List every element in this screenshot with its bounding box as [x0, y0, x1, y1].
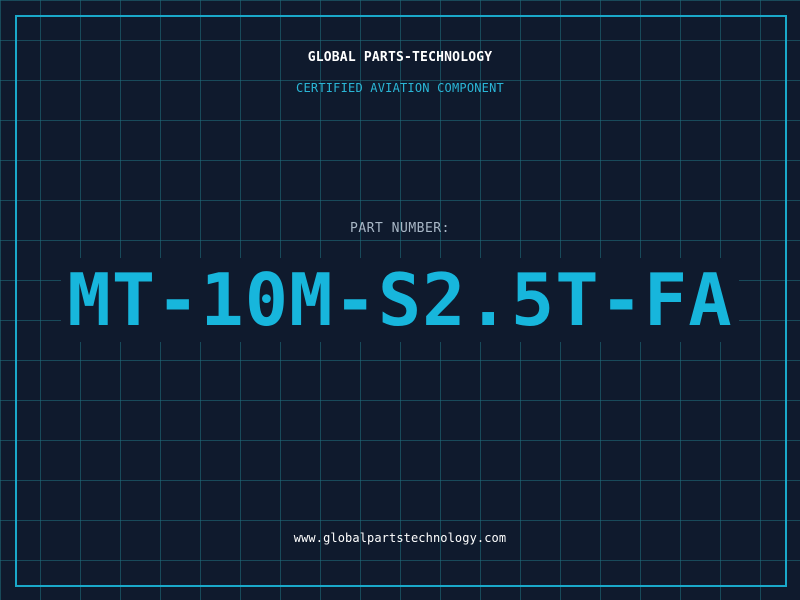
part-number-label: PART NUMBER:: [350, 221, 450, 236]
certification-subtitle: CERTIFIED AVIATION COMPONENT: [296, 81, 504, 95]
part-number-value: MT-10M-S2.5T-FA: [61, 258, 739, 342]
website-url: www.globalpartstechnology.com: [293, 531, 507, 545]
blueprint-canvas: GLOBAL PARTS-TECHNOLOGY CERTIFIED AVIATI…: [0, 0, 800, 600]
part-number-container: MT-10M-S2.5T-FA: [0, 255, 800, 345]
company-name: GLOBAL PARTS-TECHNOLOGY: [307, 50, 493, 65]
